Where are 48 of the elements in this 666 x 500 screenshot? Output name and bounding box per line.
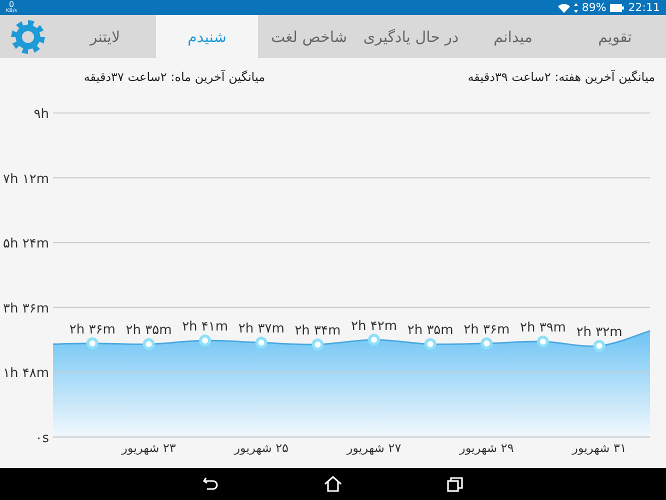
data-label: ۲h ۳۶m [464,322,510,338]
tab[interactable]: در حال یادگیری [360,15,462,58]
data-point [142,338,155,350]
back-icon[interactable] [203,477,219,491]
data-point [199,334,212,347]
data-label: ۲h ۳۵m [126,323,172,338]
data-label: ۲h ۳۲m [576,324,622,340]
x-axis-label: ۲۹ شهریور [460,441,514,455]
tab[interactable]: شاخص لغت [258,15,360,58]
week-average: میانگین آخرین هفته: ۲ساعت ۳۹دقیقه [466,70,656,84]
data-point [86,337,98,350]
y-axis-label: ۱h ۴۸m [3,366,49,382]
y-axis-label: ۷h ۱۲m [3,172,49,187]
data-point [368,334,380,346]
data-point [480,337,493,350]
battery-percent: 89% [582,1,606,14]
battery-icon [610,4,624,12]
month-average: میانگین آخرین ماه: ۲ساعت ۳۷دقیقه [84,70,266,84]
x-axis-label: ۳۱ شهریور [572,441,626,455]
x-axis-label: ۲۳ شهریور [122,441,176,455]
data-label: ۲h ۳۵m [407,323,454,338]
data-label: ۲h ۳۷m [238,322,284,337]
x-axis-label: ۲۷ شهریور [346,441,402,455]
home-icon[interactable] [324,476,342,492]
tab[interactable]: تقویم [564,15,666,58]
data-label: ۲h ۴۲m [351,318,398,334]
clock: 22:11 [628,1,660,14]
data-arrows-icon [574,2,578,12]
data-label: ۲h ۳۹m [520,320,566,336]
tab[interactable]: لایتنر [54,15,156,58]
data-point [424,338,436,350]
recent-apps-icon[interactable] [447,476,463,492]
data-point [312,338,324,350]
network-speed: 0 [8,2,14,8]
data-point [255,336,268,349]
wifi-icon [558,2,570,12]
tab[interactable]: میدانم [462,15,564,58]
data-label: ۲h ۳۶m [69,322,116,338]
x-axis-label: ۲۵ شهریور [234,441,288,455]
y-axis-label: ۳h ۳۶m [3,301,49,316]
tab[interactable]: شنیدم [156,15,258,58]
data-point [537,336,549,348]
y-axis-label: ۵h ۲۴m [3,236,49,252]
y-axis-label: ۹h [34,107,49,122]
data-label: ۲h ۳۴m [294,323,341,338]
data-point [593,340,606,352]
data-label: ۲h ۴۱m [182,320,228,335]
y-axis-label: ۰s [35,431,49,446]
